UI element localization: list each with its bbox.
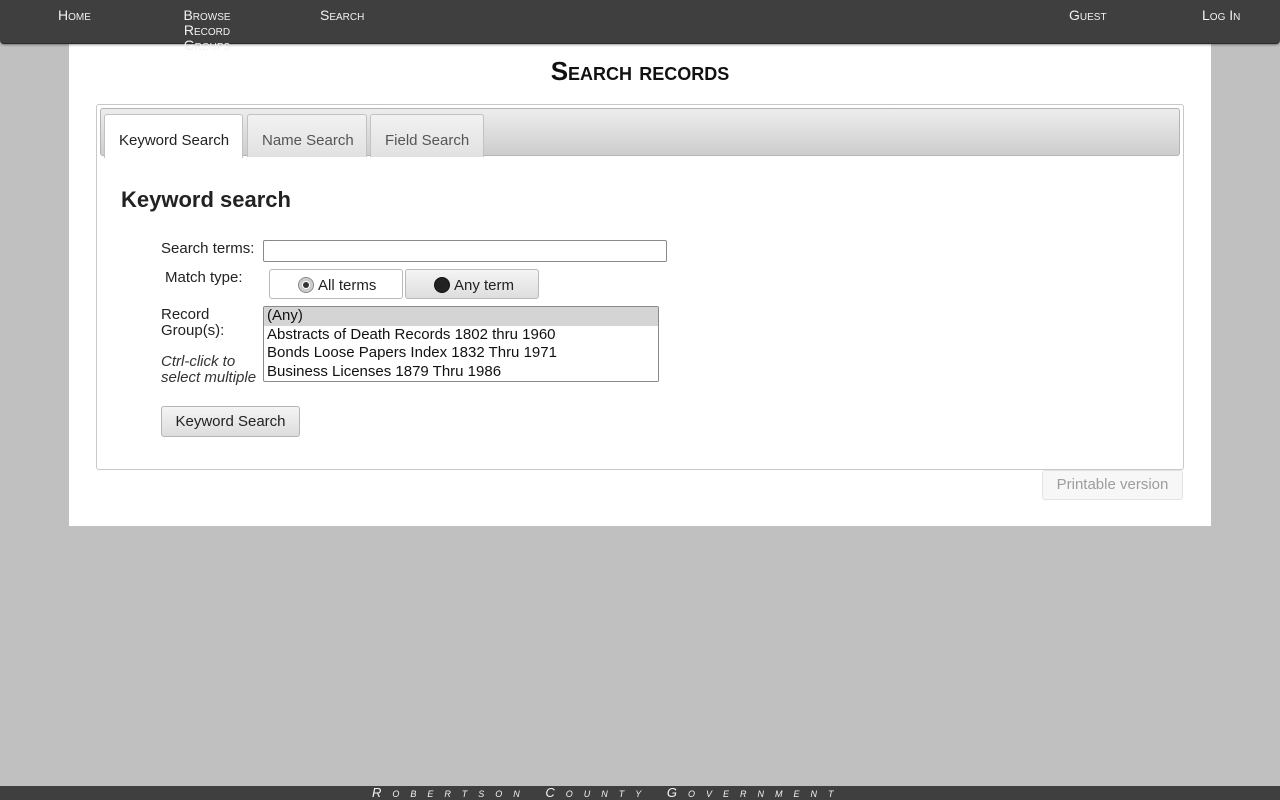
main-panel: Search records Keyword Search Name Searc… [69, 30, 1211, 526]
match-any-term-radio[interactable]: Any term [405, 269, 539, 299]
record-group-option[interactable]: Bonds Loose Papers Index 1832 Thru 1971 [264, 344, 658, 363]
nav-browse-record-groups-link[interactable]: Browse Record Groups [162, 8, 252, 53]
radio-unchecked-icon [434, 277, 450, 293]
match-type-label: Match type: [165, 269, 243, 286]
nav-home-link[interactable]: Home [58, 8, 91, 23]
search-tabs-container: Keyword Search Name Search Field Search … [96, 104, 1184, 470]
record-groups-hint: Ctrl-click to select multiple [161, 353, 257, 386]
match-all-terms-label: All terms [318, 277, 377, 294]
tab-keyword-search[interactable]: Keyword Search [104, 114, 243, 158]
footer-text: Robertson County Government [372, 786, 845, 800]
section-title: Keyword search [121, 187, 291, 212]
nav-guest-link[interactable]: Guest [1069, 8, 1107, 23]
search-terms-input[interactable] [263, 240, 667, 262]
record-groups-label: Record Group(s): [161, 306, 225, 339]
tab-name-search[interactable]: Name Search [247, 114, 367, 157]
nav-search-link[interactable]: Search [320, 8, 364, 23]
top-navigation: Home Browse Record Groups Search Guest L… [0, 0, 1280, 53]
search-terms-label: Search terms: [161, 240, 255, 257]
record-group-option-any[interactable]: (Any) [264, 307, 658, 326]
radio-checked-icon [298, 277, 314, 293]
tab-field-search[interactable]: Field Search [370, 114, 484, 157]
printable-version-button[interactable]: Printable version [1042, 470, 1183, 500]
keyword-search-button[interactable]: Keyword Search [161, 406, 300, 437]
match-all-terms-radio[interactable]: All terms [269, 269, 403, 299]
record-groups-listbox[interactable]: (Any) Abstracts of Death Records 1802 th… [263, 306, 659, 382]
record-group-option[interactable]: Abstracts of Death Records 1802 thru 196… [264, 326, 658, 345]
record-group-option[interactable]: Business Licenses 1879 Thru 1986 [264, 363, 658, 382]
match-any-term-label: Any term [454, 277, 515, 294]
page-title: Search records [550, 56, 730, 86]
nav-login-link[interactable]: Log In [1202, 8, 1240, 23]
nav-browse-line1: Browse Record [183, 7, 231, 38]
footer: Robertson County Government [0, 786, 1280, 800]
tab-bar: Keyword Search Name Search Field Search [100, 108, 1180, 158]
nav-browse-line2: Groups [183, 37, 231, 53]
